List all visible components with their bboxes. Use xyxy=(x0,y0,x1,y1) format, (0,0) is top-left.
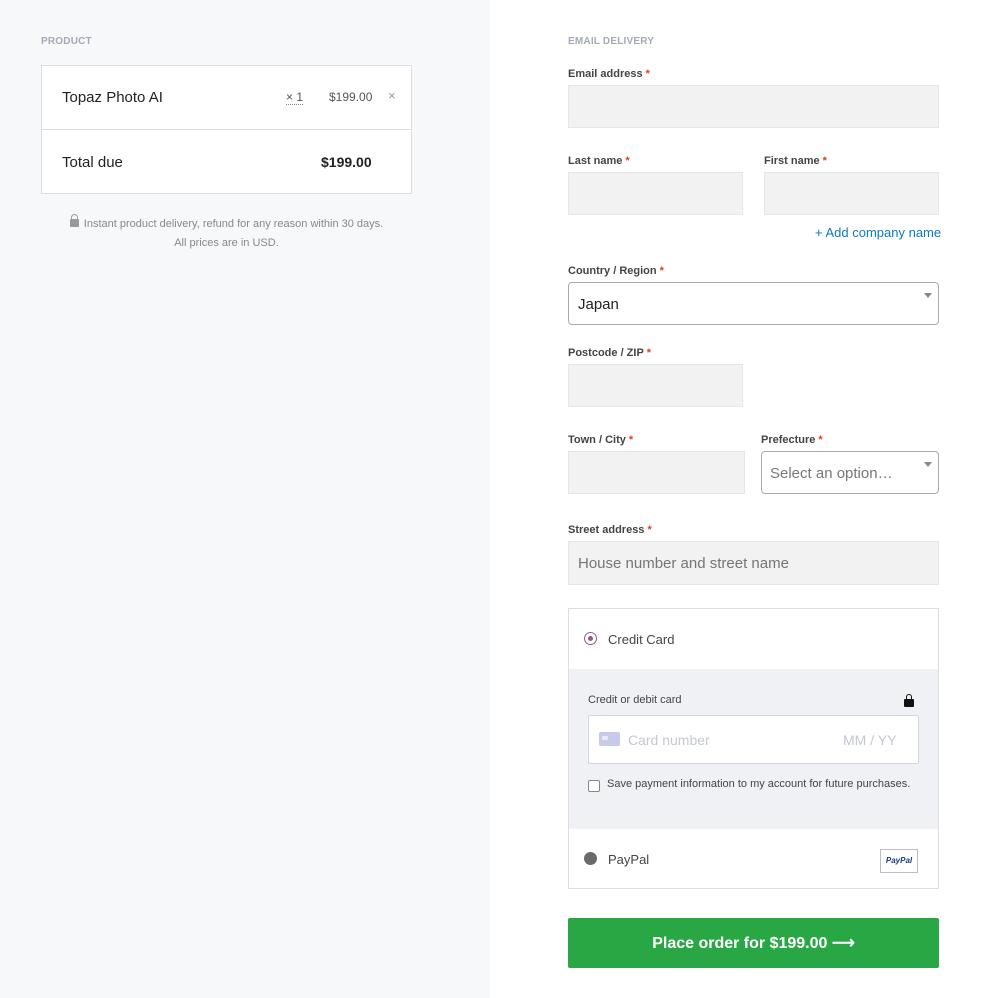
product-price: $199.00 xyxy=(329,90,373,104)
country-label: Country / Region * xyxy=(568,265,664,277)
save-payment-label[interactable]: Save payment information to my account f… xyxy=(607,778,937,790)
required-marker: * xyxy=(647,524,652,536)
payment-methods: Credit Card Credit or debit card Card nu… xyxy=(568,608,939,889)
required-marker: * xyxy=(645,68,650,80)
payment-option-credit-card[interactable]: Credit Card xyxy=(569,609,938,669)
town-field[interactable] xyxy=(568,451,745,494)
country-select[interactable]: Japan xyxy=(568,282,939,325)
lock-icon xyxy=(904,694,914,707)
required-marker: * xyxy=(818,434,823,446)
email-input[interactable] xyxy=(569,86,938,127)
card-expiry-placeholder[interactable]: MM / YY xyxy=(843,732,896,748)
total-label: Total due xyxy=(62,154,123,171)
last-name-field[interactable] xyxy=(568,172,743,215)
street-field[interactable] xyxy=(568,541,939,585)
town-label: Town / City * xyxy=(568,434,634,446)
prefecture-select[interactable]: Select an option… xyxy=(761,451,939,494)
paypal-radio[interactable] xyxy=(584,852,597,865)
prefecture-label: Prefecture * xyxy=(761,434,823,446)
first-name-label: First name * xyxy=(764,155,827,167)
required-marker: * xyxy=(646,347,652,359)
paypal-logo: PayPal xyxy=(880,849,918,873)
paypal-label[interactable]: PayPal xyxy=(608,852,649,867)
email-label: Email address * xyxy=(568,68,650,80)
card-number-placeholder[interactable]: Card number xyxy=(628,732,710,748)
credit-card-panel: Credit or debit card Card number MM / YY… xyxy=(569,669,938,829)
lock-icon xyxy=(69,214,79,227)
product-row: Topaz Photo AI × 1 $199.00 × xyxy=(42,66,411,130)
delivery-note-line2: All prices are in USD. xyxy=(174,237,279,249)
remove-item-close-icon[interactable]: × xyxy=(388,88,396,103)
credit-card-icon xyxy=(599,732,620,746)
card-number-field[interactable]: Card number MM / YY xyxy=(588,715,919,764)
total-row: Total due $199.00 xyxy=(42,130,411,194)
delivery-note: Instant product delivery, refund for any… xyxy=(41,214,412,253)
first-name-field[interactable] xyxy=(764,172,939,215)
required-marker: * xyxy=(628,434,634,446)
last-name-input[interactable] xyxy=(569,173,742,214)
chevron-down-icon xyxy=(924,293,932,298)
product-card: Topaz Photo AI × 1 $199.00 × Total due $… xyxy=(41,65,412,194)
postcode-label: Postcode / ZIP * xyxy=(568,347,652,359)
street-input[interactable] xyxy=(569,542,938,584)
postcode-field[interactable] xyxy=(568,364,743,407)
product-heading: PRODUCT xyxy=(41,36,92,47)
first-name-input[interactable] xyxy=(765,173,938,214)
total-value: $199.00 xyxy=(321,154,372,170)
credit-card-radio[interactable] xyxy=(584,632,597,645)
credit-card-label[interactable]: Credit Card xyxy=(608,632,674,647)
town-input[interactable] xyxy=(569,452,744,493)
street-label: Street address * xyxy=(568,524,652,536)
add-company-link[interactable]: + Add company name xyxy=(815,225,941,240)
save-payment-checkbox[interactable] xyxy=(588,780,600,792)
chevron-down-icon xyxy=(924,462,932,467)
place-order-button[interactable]: Place order for $199.00 ⟶ xyxy=(568,918,939,968)
required-marker: * xyxy=(822,155,827,167)
delivery-note-line1: Instant product delivery, refund for any… xyxy=(83,218,384,230)
last-name-label: Last name * xyxy=(568,155,630,167)
payment-option-paypal[interactable]: PayPal PayPal xyxy=(569,829,938,889)
postcode-input[interactable] xyxy=(569,365,742,406)
required-marker: * xyxy=(659,265,664,277)
product-name: Topaz Photo AI xyxy=(62,89,163,106)
prefecture-placeholder: Select an option… xyxy=(770,465,893,482)
product-quantity[interactable]: × 1 xyxy=(286,90,304,105)
required-marker: * xyxy=(625,155,630,167)
card-panel-label: Credit or debit card xyxy=(588,694,682,706)
email-field[interactable] xyxy=(568,85,939,128)
email-delivery-heading: EMAIL DELIVERY xyxy=(568,36,655,47)
country-value: Japan xyxy=(578,296,619,313)
